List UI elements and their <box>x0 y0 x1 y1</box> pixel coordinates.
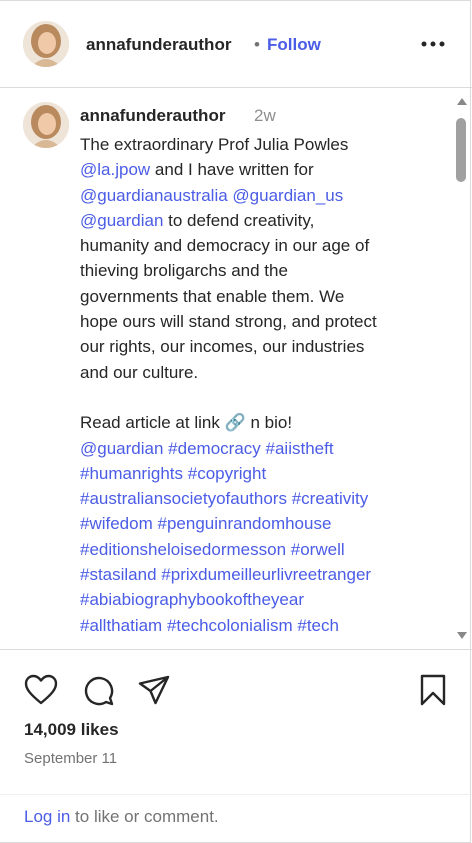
header-username[interactable]: annafunderauthor <box>86 35 231 55</box>
more-options-icon[interactable] <box>418 30 448 58</box>
heart-icon[interactable] <box>24 674 58 706</box>
hashtag-link[interactable]: #wifedom <box>80 514 153 533</box>
mention-link[interactable]: @guardianaustralia <box>80 186 228 205</box>
post-actions: 14,009 likes September 11 Log in to like… <box>0 650 472 830</box>
caption-text-segment: and I have written for <box>150 160 314 180</box>
scroll-down-arrow-icon[interactable] <box>457 632 467 639</box>
hashtag-link[interactable]: #tech <box>297 616 339 635</box>
likes-count[interactable]: 14,009 likes <box>24 720 119 740</box>
caption-line: @guardian to defend creativity, <box>80 208 440 233</box>
caption-line: @guardian #democracy #aiistheft <box>80 436 440 461</box>
caption-username[interactable]: annafunderauthor <box>80 106 225 126</box>
login-suffix: to like or comment. <box>70 807 219 826</box>
hashtag-link[interactable]: #abiabiographybookoftheyear <box>80 590 304 609</box>
hashtag-link[interactable]: #techcolonialism <box>167 616 293 635</box>
scroll-thumb[interactable] <box>456 118 466 182</box>
caption-line: our rights, our incomes, our industries <box>80 334 440 359</box>
caption-line: @guardianaustralia @guardian_us <box>80 183 440 208</box>
caption-line: @la.jpow and I have written for <box>80 157 440 182</box>
mention-link[interactable]: @guardian_us <box>232 186 343 205</box>
caption-line: #allthatiam #techcolonialism #tech <box>80 613 440 638</box>
caption-line: Read article at link 🔗 n bio! <box>80 410 440 435</box>
hashtag-link[interactable]: #democracy <box>168 439 261 458</box>
caption-text-segment: our rights, our incomes, our industries <box>80 337 365 357</box>
hashtag-link[interactable]: #copyright <box>188 464 266 483</box>
caption-text-segment: to defend creativity, <box>163 210 315 230</box>
post-date[interactable]: September 11 <box>24 750 117 767</box>
divider <box>0 794 472 795</box>
caption-line: The extraordinary Prof Julia Powles <box>80 132 440 157</box>
caption-text-segment: thieving broligarchs and the <box>80 261 288 281</box>
post-caption: annafunderauthor 2w The extraordinary Pr… <box>0 88 472 650</box>
caption-text-segment: Read article at link 🔗 n bio! <box>80 413 293 433</box>
caption-line: #australiansocietyofauthors #creativity <box>80 486 440 511</box>
mention-link[interactable]: @guardian <box>80 211 163 230</box>
post-time[interactable]: 2w <box>254 106 276 126</box>
post-header: annafunderauthor • Follow <box>0 0 472 88</box>
caption-text-segment: The extraordinary Prof Julia Powles <box>80 135 349 154</box>
caption-line: #humanrights #copyright <box>80 461 440 486</box>
follow-button[interactable]: Follow <box>267 35 321 55</box>
caption-text-segment: humanity and democracy in our age of <box>80 236 370 256</box>
hashtag-link[interactable]: #orwell <box>291 540 345 559</box>
mention-link[interactable]: @guardian <box>80 439 163 458</box>
hashtag-link[interactable]: #australiansocietyofauthors <box>80 489 287 508</box>
hashtag-link[interactable]: #aiistheft <box>266 439 334 458</box>
scroll-up-arrow-icon[interactable] <box>457 98 467 105</box>
caption-line: and our culture. <box>80 360 440 385</box>
caption-line: #stasiland #prixdumeilleurlivreetranger <box>80 562 440 587</box>
mention-link[interactable]: @la.jpow <box>80 160 150 179</box>
caption-line <box>80 385 440 410</box>
caption-scrollbar[interactable] <box>454 96 469 644</box>
hashtag-link[interactable]: #editionsheloisedormesson <box>80 540 286 559</box>
hashtag-link[interactable]: #humanrights <box>80 464 183 483</box>
caption-line: #wifedom #penguinrandomhouse <box>80 511 440 536</box>
caption-line: #abiabiographybookoftheyear <box>80 587 440 612</box>
hashtag-link[interactable]: #penguinrandomhouse <box>158 514 332 533</box>
login-link[interactable]: Log in <box>24 807 70 826</box>
caption-text: The extraordinary Prof Julia Powles @la.j… <box>80 132 440 638</box>
hashtag-link[interactable]: #creativity <box>292 489 369 508</box>
caption-line: hope ours will stand strong, and protect <box>80 309 440 334</box>
caption-line: thieving broligarchs and the <box>80 258 440 283</box>
caption-line: humanity and democracy in our age of <box>80 233 440 258</box>
comment-icon[interactable] <box>82 674 114 706</box>
caption-line: #editionsheloisedormesson #orwell <box>80 537 440 562</box>
caption-text-segment: governments that enable them. We <box>80 286 345 306</box>
hashtag-link[interactable]: #stasiland <box>80 565 157 584</box>
login-prompt: Log in to like or comment. <box>24 807 219 827</box>
caption-avatar[interactable] <box>23 102 69 148</box>
hashtag-link[interactable]: #prixdumeilleurlivreetranger <box>161 565 371 584</box>
bookmark-icon[interactable] <box>418 674 450 706</box>
caption-text-segment: and our culture. <box>80 362 199 382</box>
caption-text-segment: hope ours will stand strong, and protect <box>80 312 377 332</box>
share-icon[interactable] <box>138 674 170 706</box>
avatar[interactable] <box>23 21 69 67</box>
hashtag-link[interactable]: #allthatiam <box>80 616 162 635</box>
separator-dot: • <box>254 35 260 54</box>
caption-line: governments that enable them. We <box>80 284 440 309</box>
